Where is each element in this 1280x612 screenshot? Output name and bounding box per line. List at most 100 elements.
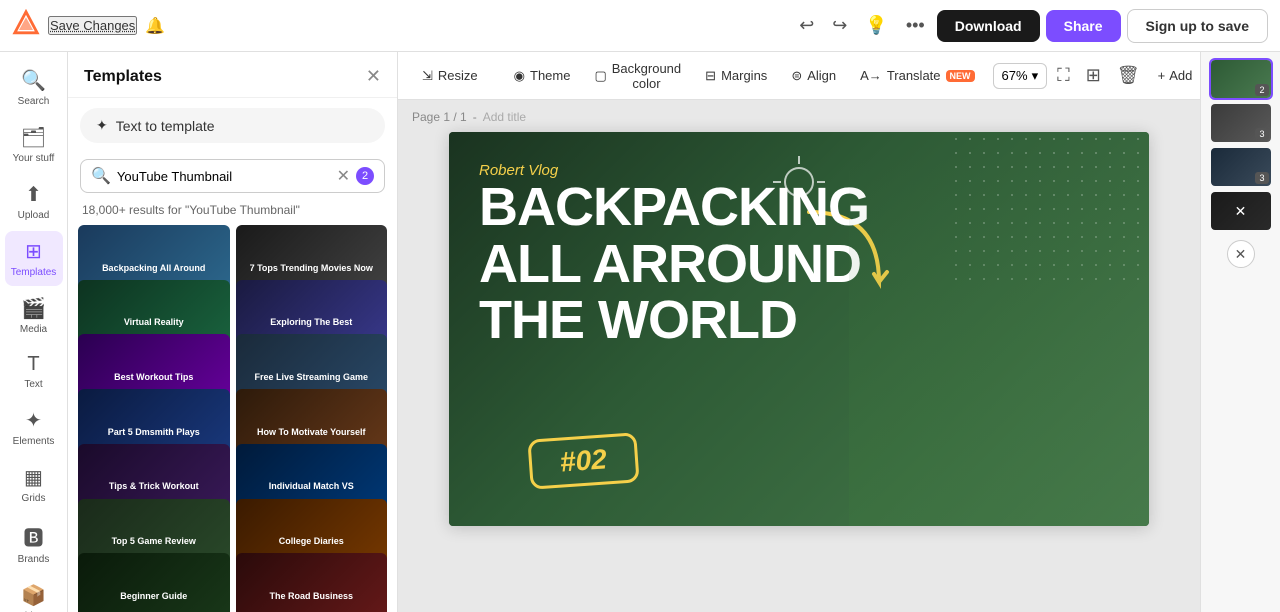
search-clear-button[interactable]: ✕ [337,166,350,186]
grid-view-button[interactable]: ⊞ [1080,61,1107,90]
text-to-template-icon: ✦ [96,117,108,134]
align-label: Align [807,68,836,83]
add-icon: + [1158,68,1166,83]
canvas[interactable]: Robert Vlog Backpacking All Arround The … [449,132,1149,526]
resize-button[interactable]: ⇲ Resize [412,63,488,89]
page-label: Page 1 / 1 - Add title [398,100,1200,132]
resize-icon: ⇲ [422,68,433,84]
page-thumb-3[interactable]: 3 [1211,148,1271,186]
theme-button[interactable]: ◉ Theme [504,63,581,89]
sidebar-media-icon: 🎬 [21,296,46,321]
sidebar-brands-label: Brands [18,554,50,565]
logo[interactable] [12,9,40,42]
panel-title: Templates [84,68,162,86]
signup-button[interactable]: Sign up to save [1127,9,1268,43]
background-color-label: Background color [612,61,681,91]
separator: - [473,110,477,124]
sidebar-templates-icon: ⊞ [25,239,42,264]
sidebar-item-elements[interactable]: ✦ Elements [5,400,63,455]
sidebar-your-stuff-icon: 🗂 [21,125,46,150]
sidebar-item-templates[interactable]: ⊞ Templates [5,231,63,286]
sidebar-elements-label: Elements [13,436,55,447]
page-number: Page 1 / 1 [412,110,467,124]
delete-button[interactable]: 🗑 [1111,61,1146,90]
add-title-text[interactable]: Add title [483,110,526,124]
translate-button[interactable]: A→ Translate NEW [850,63,984,88]
sidebar-item-brands[interactable]: 🅱 Brands [5,514,63,573]
margins-label: Margins [721,68,767,83]
add-button[interactable]: + Add [1150,63,1200,88]
canvas-person [849,156,1149,526]
sidebar-add-ons-icon: 📦 [21,583,46,608]
canvas-area: Page 1 / 1 - Add title [398,100,1200,612]
sidebar-your-stuff-label: Your stuff [13,153,55,164]
template-thumb-13[interactable]: Beginner Guide [78,553,230,612]
panel-close-button[interactable]: ✕ [366,66,381,87]
sidebar-templates-label: Templates [11,267,57,278]
zoom-level: 67% [1002,68,1028,83]
fit-screen-button[interactable]: ⛶ [1051,61,1076,90]
sidebar-media-label: Media [20,324,47,335]
translate-label: Translate [887,68,941,83]
sidebar-text-label: Text [24,379,42,390]
sidebar-item-media[interactable]: 🎬 Media [5,288,63,343]
background-color-button[interactable]: ▢ Background color [584,56,691,96]
sidebar-grids-icon: ▦ [24,465,43,490]
sidebar-search-label: Search [18,96,50,107]
filter-badge[interactable]: 2 [356,167,374,185]
lightbulb-button[interactable]: 💡 [859,9,893,42]
page-thumb-2[interactable]: 3 [1211,104,1271,142]
canvas-text-area: Robert Vlog Backpacking All Arround The … [479,162,869,349]
text-to-template-button[interactable]: ✦ Text to template [80,108,385,143]
search-input[interactable] [117,169,331,184]
canvas-episode: #02 [527,432,639,489]
main-layout: 🔍 Search🗂 Your stuff⬆ Upload⊞ Templates🎬… [0,52,1280,612]
redo-button[interactable]: ↪ [826,9,853,42]
undo-button[interactable]: ↩ [793,9,820,42]
templates-panel: Templates ✕ ✦ Text to template 🔍 ✕ 2 18,… [68,52,398,612]
template-thumb-14[interactable]: The Road Business [236,553,388,612]
sidebar-brands-icon: 🅱 [24,522,44,551]
resize-label: Resize [438,68,478,83]
sidebar-item-your-stuff[interactable]: 🗂 Your stuff [5,117,63,172]
sidebar-item-add-ons[interactable]: 📦 Add-ons [5,575,63,612]
canvas-title-line3: The World [479,292,869,349]
sidebar-item-text[interactable]: T Text [5,345,63,398]
text-to-template-label: Text to template [116,118,215,134]
save-icon: 🔔 [145,16,165,36]
topbar-icons: ↩ ↪ 💡 ••• Download Share Sign up to save [793,9,1268,43]
sidebar-grids-label: Grids [22,493,46,504]
page-thumb-2-badge: 3 [1255,128,1268,140]
page-thumb-1[interactable]: 2 [1211,60,1271,98]
share-button[interactable]: Share [1046,10,1121,42]
pages-panel: 2 3 3 ✕ ✕ [1200,52,1280,612]
sidebar-search-icon: 🔍 [21,68,46,93]
theme-label: Theme [530,68,570,83]
align-button[interactable]: ⊜ Align [781,63,846,89]
close-panel-button[interactable]: ✕ [1227,240,1255,268]
save-changes-button[interactable]: Save Changes [48,16,137,35]
download-button[interactable]: Download [937,10,1040,42]
canvas-title: Backpacking All Arround The World [479,179,869,349]
canvas-title-line1: Backpacking [479,179,869,236]
toolbar: ⇲ Resize ◉ Theme ▢ Background color ⊟ Ma… [398,52,1200,100]
translate-icon: A→ [860,68,882,83]
zoom-chevron-icon: ▾ [1032,68,1039,84]
topbar: Save Changes 🔔 ↩ ↪ 💡 ••• Download Share … [0,0,1280,52]
canvas-title-line2: All Arround [479,236,869,293]
templates-grid: Backpacking All Around7 Tops Trending Mo… [68,225,397,612]
sidebar-item-search[interactable]: 🔍 Search [5,60,63,115]
sidebar-item-grids[interactable]: ▦ Grids [5,457,63,512]
margins-button[interactable]: ⊟ Margins [695,63,777,89]
template-label-14: The Road Business [236,553,388,612]
background-color-icon: ▢ [594,68,606,84]
search-icon: 🔍 [91,166,111,186]
more-options-button[interactable]: ••• [900,9,931,42]
panel-header: Templates ✕ [68,52,397,98]
sidebar-item-upload[interactable]: ⬆ Upload [5,174,63,229]
margins-icon: ⊟ [705,68,716,84]
sidebar-upload-label: Upload [18,210,50,221]
zoom-control[interactable]: 67% ▾ [993,63,1048,89]
page-thumb-4[interactable]: ✕ [1211,192,1271,230]
canvas-wrapper: Robert Vlog Backpacking All Arround The … [398,132,1200,540]
